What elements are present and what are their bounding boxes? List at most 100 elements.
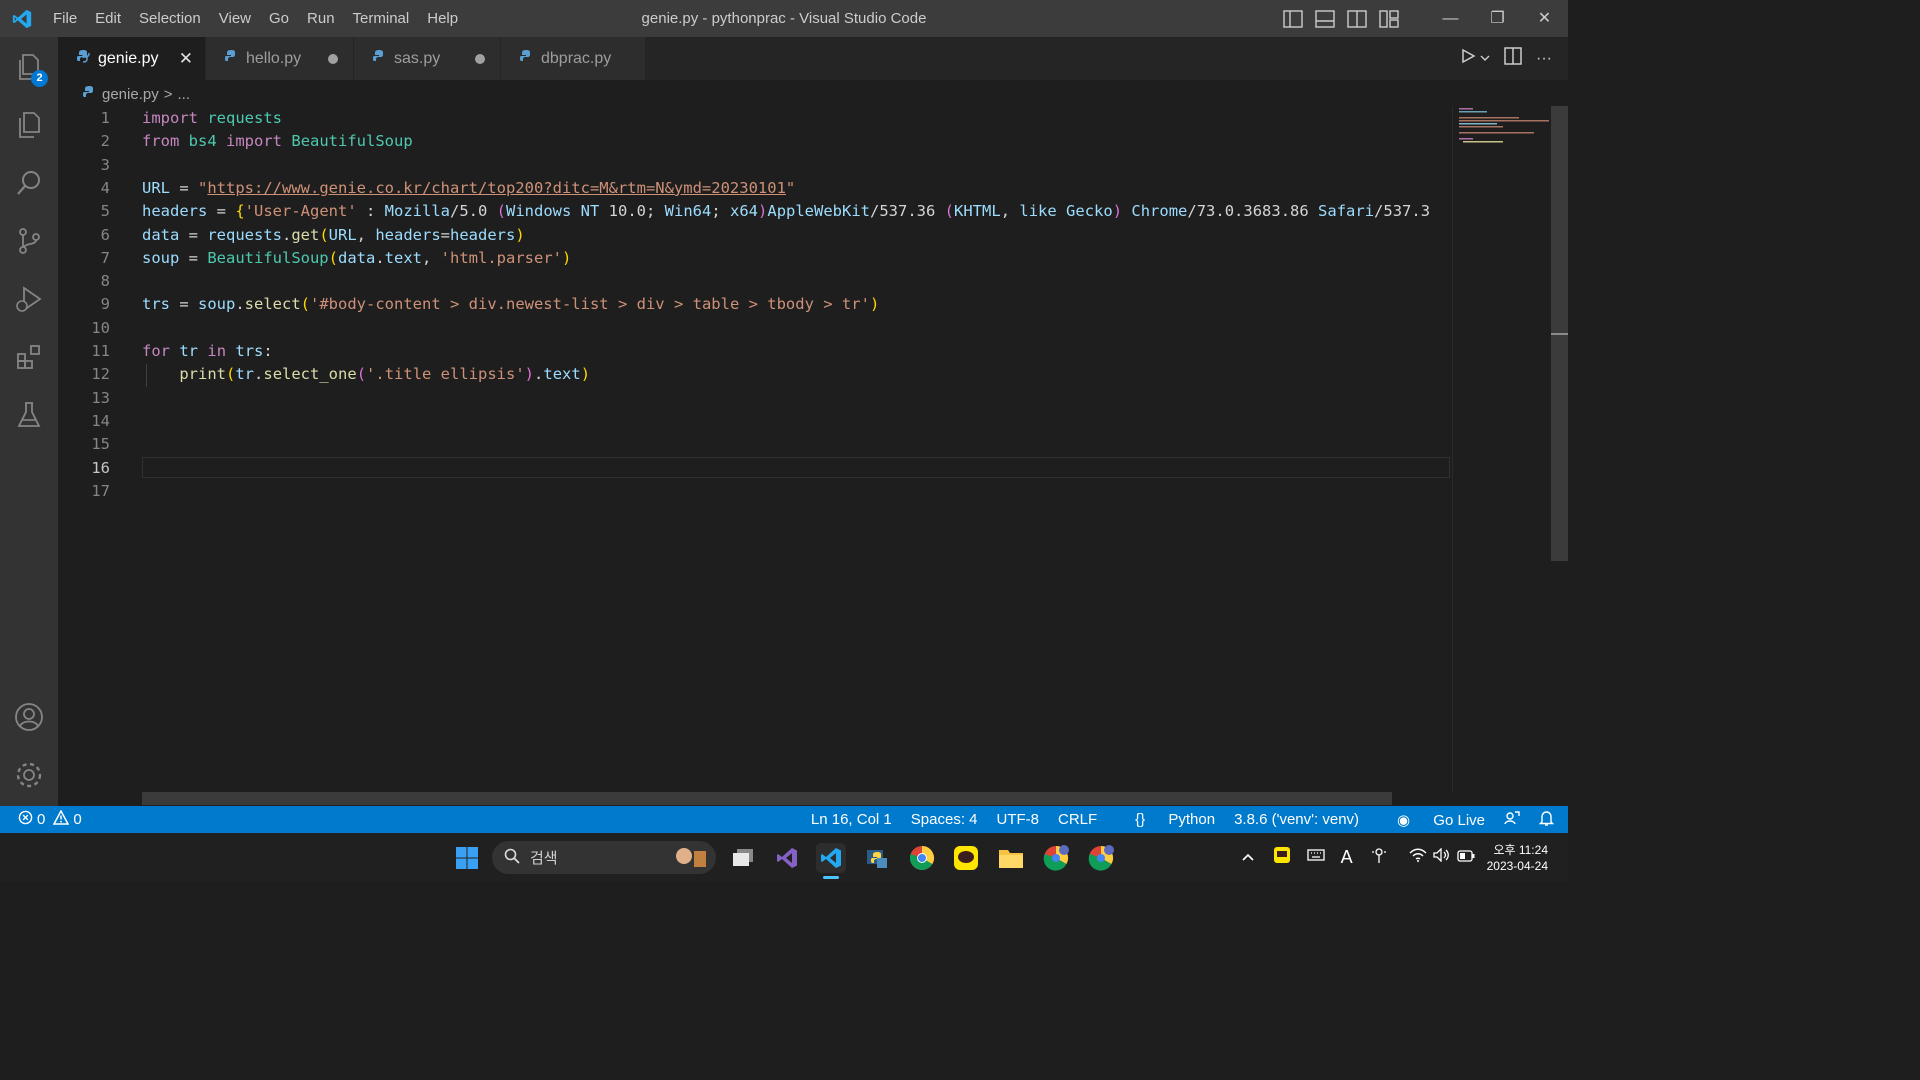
menu-selection[interactable]: Selection [130,0,210,37]
chevron-down-icon[interactable] [1480,50,1490,68]
python-app-icon[interactable] [862,843,892,873]
explorer-icon[interactable]: 2 [0,39,58,95]
system-tray: A 오후 11:24 2023-04-24 [1241,833,1568,882]
keyboard-icon[interactable] [1306,848,1325,867]
code-line[interactable]: 17 [58,480,1450,503]
minimap[interactable] [1452,106,1551,792]
code-line[interactable]: 12 print(tr.select_one('.title ellipsis'… [58,363,1450,386]
code-line[interactable]: 3 [58,154,1450,177]
code-line[interactable]: 9 trs = soup.select('#body-content > div.… [58,293,1450,316]
customize-layout-icon[interactable] [1379,9,1401,28]
code-text[interactable]: from bs4 import BeautifulSoup [142,130,413,153]
modified-dot-icon[interactable] [475,54,485,64]
vscode-taskbar-icon[interactable] [816,843,846,879]
python-interpreter[interactable]: 3.8.6 ('venv': venv) [1234,811,1359,828]
source-control-icon[interactable] [0,213,58,269]
testing-icon[interactable] [0,387,58,443]
run-python-file-icon[interactable] [1460,48,1476,69]
end-of-line[interactable]: CRLF [1058,811,1097,828]
kakaotalk-icon[interactable] [951,843,981,873]
file-explorer-icon[interactable] [996,843,1026,873]
feedback-icon[interactable] [1504,810,1520,830]
volume-icon[interactable] [1432,847,1451,867]
code-text[interactable]: soup = BeautifulSoup(data.text, 'html.pa… [142,247,571,270]
menu-edit[interactable]: Edit [86,0,130,37]
code-line[interactable]: 10 [58,317,1450,340]
settings-gear-icon[interactable] [0,747,58,803]
menu-terminal[interactable]: Terminal [344,0,419,37]
input-language-icon[interactable]: A [1341,847,1353,868]
code-line[interactable]: 14 [58,410,1450,433]
battery-icon[interactable] [1456,849,1475,867]
code-editor[interactable]: 1 import requests 2 from bs4 import Beautif… [58,106,1450,792]
minimize-button[interactable]: — [1427,0,1474,37]
problems-indicator[interactable]: 0 0 [18,806,82,833]
kakaotalk-tray-icon[interactable] [1273,846,1291,869]
system-clock[interactable]: 오후 11:24 2023-04-24 [1487,842,1548,874]
code-text[interactable]: URL = "https://www.genie.co.kr/chart/top… [142,177,795,200]
toggle-secondary-sidebar-icon[interactable] [1347,9,1369,28]
code-line[interactable]: 1 import requests [58,107,1450,130]
account-icon[interactable] [0,689,58,745]
code-line[interactable]: 7 soup = BeautifulSoup(data.text, 'html.p… [58,247,1450,270]
code-text[interactable]: print(tr.select_one('.title ellipsis').t… [142,363,590,386]
pen-workspace-icon[interactable] [1371,846,1387,869]
task-view-icon[interactable] [728,843,758,873]
code-text[interactable]: trs = soup.select('#body-content > div.n… [142,293,879,316]
visual-studio-icon[interactable] [772,843,802,873]
indentation[interactable]: Spaces: 4 [911,811,978,828]
split-editor-icon[interactable] [1504,47,1522,70]
horizontal-scrollbar[interactable] [142,792,1392,805]
modified-dot-icon[interactable] [328,54,338,64]
line-number: 2 [100,132,110,151]
code-text[interactable]: import requests [142,107,282,130]
toggle-panel-icon[interactable] [1315,9,1337,28]
taskbar-search[interactable]: 검색 [492,841,716,874]
language-mode[interactable]: {} Python [1116,811,1215,828]
close-window-button[interactable]: ✕ [1521,0,1568,37]
menu-help[interactable]: Help [418,0,467,37]
copy-files-icon[interactable] [0,97,58,153]
code-text[interactable]: data = requests.get(URL, headers=headers… [142,224,525,247]
code-line[interactable]: 8 [58,270,1450,293]
code-text[interactable]: for tr in trs: [142,340,273,363]
code-text[interactable]: headers = {'User-Agent' : Mozilla/5.0 (W… [142,200,1430,223]
windows-start-icon[interactable] [452,843,482,873]
chrome-profile-icon[interactable] [1041,843,1071,873]
toggle-primary-sidebar-icon[interactable] [1283,9,1305,28]
line-number: 10 [91,318,110,337]
code-line[interactable]: 4 URL = "https://www.genie.co.kr/chart/to… [58,177,1450,200]
search-icon[interactable] [0,155,58,211]
chrome-icon[interactable] [907,843,937,873]
menu-view[interactable]: View [210,0,260,37]
wifi-icon[interactable] [1409,848,1427,867]
line-number: 7 [100,248,110,267]
run-debug-icon[interactable] [0,271,58,327]
indent-guide [146,364,147,387]
breadcrumb-file[interactable]: genie.py [102,86,159,103]
tab-hello-py[interactable]: hello.py [206,37,354,80]
code-line[interactable]: 6 data = requests.get(URL, headers=header… [58,224,1450,247]
code-line[interactable]: 13 [58,387,1450,410]
notifications-bell-icon[interactable] [1538,810,1555,830]
code-line[interactable]: 11 for tr in trs: [58,340,1450,363]
code-line[interactable]: 2 from bs4 import BeautifulSoup [58,130,1450,153]
menu-run[interactable]: Run [298,0,344,37]
code-line[interactable]: 15 [58,433,1450,456]
breadcrumb-symbols[interactable]: ... [177,86,190,103]
tab-sas-py[interactable]: sas.py [354,37,501,80]
close-tab-icon[interactable]: ✕ [179,49,193,69]
file-encoding[interactable]: UTF-8 [997,811,1040,828]
show-hidden-icons-chevron-icon[interactable] [1241,849,1255,867]
menu-file[interactable]: File [44,0,86,37]
restore-button[interactable]: ❐ [1474,0,1521,37]
go-live-button[interactable]: ◉ Go Live [1378,811,1485,829]
chrome-profile-2-icon[interactable] [1086,843,1116,873]
tab-dbprac-py[interactable]: dbprac.py [501,37,646,80]
menu-go[interactable]: Go [260,0,298,37]
extensions-icon[interactable] [0,329,58,385]
code-line[interactable]: 5 headers = {'User-Agent' : Mozilla/5.0 (… [58,200,1450,223]
more-actions-icon[interactable]: ··· [1536,50,1552,68]
tab-genie-py[interactable]: genie.py ✕ [58,37,206,80]
cursor-position[interactable]: Ln 16, Col 1 [811,811,892,828]
